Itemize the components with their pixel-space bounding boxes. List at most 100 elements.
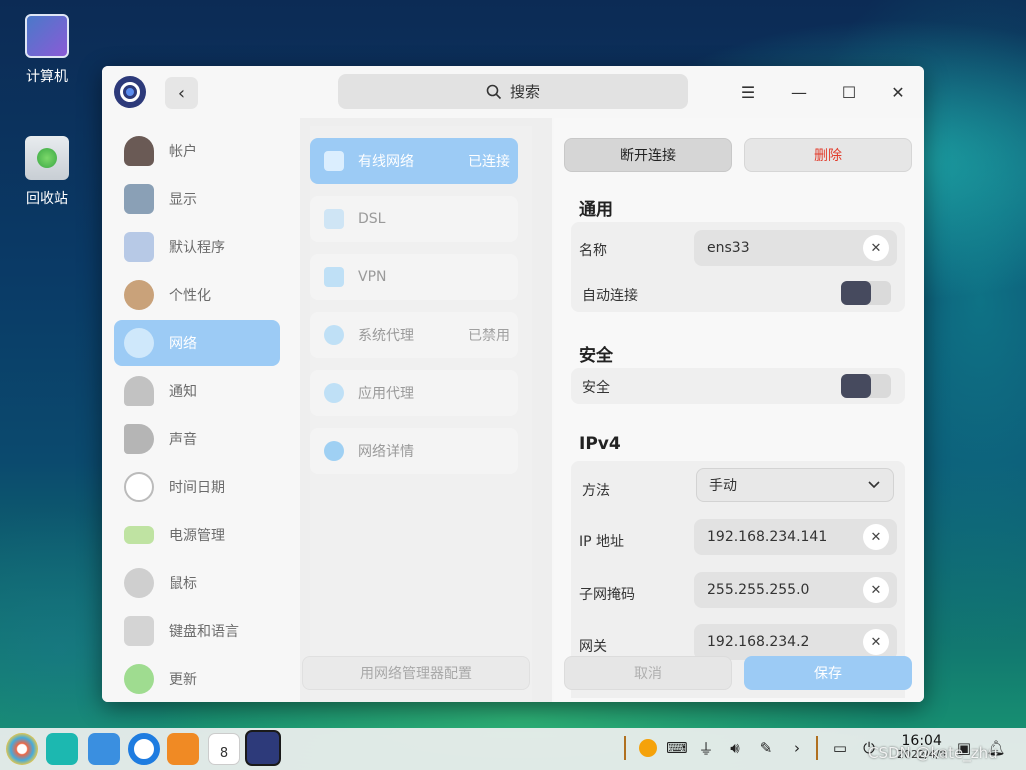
desktop-trash[interactable]: 回收站 xyxy=(14,136,80,208)
account-icon xyxy=(124,136,154,166)
file-manager-icon[interactable] xyxy=(88,733,120,765)
clear-icon[interactable]: ✕ xyxy=(863,629,889,655)
network-item-label: 系统代理 xyxy=(358,328,414,344)
sidebar-item-default-apps[interactable]: 默认程序 xyxy=(114,224,280,270)
browser-icon[interactable] xyxy=(128,733,160,765)
search-icon xyxy=(486,84,502,99)
speaker-icon xyxy=(124,424,154,454)
keyboard-layout-icon[interactable]: ▭ xyxy=(828,736,852,760)
sidebar-item-network[interactable]: 网络 xyxy=(114,320,280,366)
maximize-button[interactable]: ☐ xyxy=(837,80,861,104)
network-item-details[interactable]: 网络详情 xyxy=(310,428,518,474)
network-manager-button[interactable]: 用网络管理器配置 xyxy=(302,656,530,690)
dsl-icon xyxy=(324,209,344,229)
sidebar-item-update[interactable]: 更新 xyxy=(114,656,280,702)
chevron-right-icon[interactable]: › xyxy=(785,736,809,760)
sidebar-item-label: 键盘和语言 xyxy=(169,624,239,640)
security-toggle[interactable] xyxy=(841,374,891,398)
network-item-status: 已禁用 xyxy=(468,328,510,344)
desktop-computer[interactable]: 计算机 xyxy=(14,14,80,86)
sidebar-item-personalization[interactable]: 个性化 xyxy=(114,272,280,318)
control-center-window: ‹ 搜索 ☰ — ☐ ✕ 帐户 显示 默认程序 个性化 网络 通知 声音 时间日… xyxy=(102,66,924,702)
sidebar-item-label: 个性化 xyxy=(169,288,211,304)
minimize-icon: — xyxy=(791,82,807,102)
mask-field[interactable]: 255.255.255.0 ✕ xyxy=(694,572,897,608)
ipv4-section-title: IPv4 xyxy=(579,434,621,454)
network-item-status: 已连接 xyxy=(468,154,510,170)
network-item-wired[interactable]: 有线网络 已连接 xyxy=(310,138,518,184)
sidebar-item-notification[interactable]: 通知 xyxy=(114,368,280,414)
calendar-icon[interactable]: 8 xyxy=(208,733,240,765)
keyboard-icon[interactable]: ⌨ xyxy=(665,736,689,760)
close-button[interactable]: ✕ xyxy=(886,80,910,104)
sidebar-item-label: 声音 xyxy=(169,432,197,448)
sidebar-item-label: 网络 xyxy=(169,336,197,352)
security-section-title: 安全 xyxy=(579,346,613,366)
connection-detail: 断开连接 删除 通用 名称 ens33 ✕ 自动连接 安全 安全 IPv4 方法… xyxy=(554,118,924,702)
sidebar-item-datetime[interactable]: 时间日期 xyxy=(114,464,280,510)
save-button[interactable]: 保存 xyxy=(744,656,912,690)
clear-icon[interactable]: ✕ xyxy=(863,577,889,603)
method-select[interactable]: 手动 xyxy=(696,468,894,502)
back-button[interactable]: ‹ xyxy=(165,77,198,109)
menu-button[interactable]: ☰ xyxy=(736,80,760,104)
gateway-label: 网关 xyxy=(579,639,607,655)
clear-icon[interactable]: ✕ xyxy=(863,235,889,261)
tray-divider xyxy=(624,736,626,760)
display-icon xyxy=(124,184,154,214)
name-field[interactable]: ens33 ✕ xyxy=(694,230,897,266)
network-item-dsl[interactable]: DSL xyxy=(310,196,518,242)
usb-icon[interactable]: ⏚ xyxy=(694,736,718,760)
network-item-label: 有线网络 xyxy=(358,154,414,170)
general-section-title: 通用 xyxy=(579,200,613,220)
titlebar: ‹ 搜索 ☰ — ☐ ✕ xyxy=(102,66,924,118)
watermark: CSDN @kate_zhu xyxy=(868,744,998,762)
disconnect-button[interactable]: 断开连接 xyxy=(564,138,732,172)
input-method-icon[interactable] xyxy=(636,736,660,760)
minimize-button[interactable]: — xyxy=(787,80,811,104)
multitask-icon[interactable] xyxy=(46,733,78,765)
computer-icon xyxy=(25,14,69,58)
sidebar-item-label: 电源管理 xyxy=(169,528,225,544)
desktop-computer-label: 计算机 xyxy=(26,69,68,85)
mask-label: 子网掩码 xyxy=(579,587,635,603)
app-store-icon[interactable] xyxy=(167,733,199,765)
sidebar-item-label: 鼠标 xyxy=(169,576,197,592)
sidebar-item-power[interactable]: 电源管理 xyxy=(114,512,280,558)
network-item-system-proxy[interactable]: 系统代理 已禁用 xyxy=(310,312,518,358)
network-item-label: VPN xyxy=(358,269,387,285)
autoconnect-toggle[interactable] xyxy=(841,281,891,305)
pen-icon[interactable]: ✎ xyxy=(754,736,778,760)
sidebar-item-sound[interactable]: 声音 xyxy=(114,416,280,462)
volume-icon[interactable]: 🔊︎ xyxy=(723,736,747,760)
gateway-field[interactable]: 192.168.234.2 ✕ xyxy=(694,624,897,660)
menu-icon: ☰ xyxy=(740,82,756,102)
sidebar-item-account[interactable]: 帐户 xyxy=(114,128,280,174)
sidebar-item-mouse[interactable]: 鼠标 xyxy=(114,560,280,606)
ip-field[interactable]: 192.168.234.141 ✕ xyxy=(694,519,897,555)
sidebar-item-label: 更新 xyxy=(169,672,197,688)
cancel-button[interactable]: 取消 xyxy=(564,656,732,690)
bell-icon xyxy=(124,376,154,406)
chevron-down-icon xyxy=(868,481,880,489)
network-item-app-proxy[interactable]: 应用代理 xyxy=(310,370,518,416)
search-box[interactable]: 搜索 xyxy=(338,74,688,109)
autoconnect-label: 自动连接 xyxy=(582,288,638,304)
sidebar-item-display[interactable]: 显示 xyxy=(114,176,280,222)
bottom-bar xyxy=(554,698,924,702)
sidebar-item-keyboard[interactable]: 键盘和语言 xyxy=(114,608,280,654)
clear-icon[interactable]: ✕ xyxy=(863,524,889,550)
delete-button[interactable]: 删除 xyxy=(744,138,912,172)
battery-icon xyxy=(124,526,154,544)
ip-value: 192.168.234.141 xyxy=(707,529,828,545)
control-center-icon[interactable] xyxy=(245,730,281,766)
launcher-icon[interactable] xyxy=(6,733,38,765)
method-label: 方法 xyxy=(582,483,610,499)
network-item-vpn[interactable]: VPN xyxy=(310,254,518,300)
mask-value: 255.255.255.0 xyxy=(707,582,810,598)
maximize-icon: ☐ xyxy=(841,82,857,102)
ip-label: IP 地址 xyxy=(579,534,625,550)
security-label: 安全 xyxy=(582,380,610,396)
toggle-knob xyxy=(841,374,871,398)
update-icon xyxy=(124,664,154,694)
